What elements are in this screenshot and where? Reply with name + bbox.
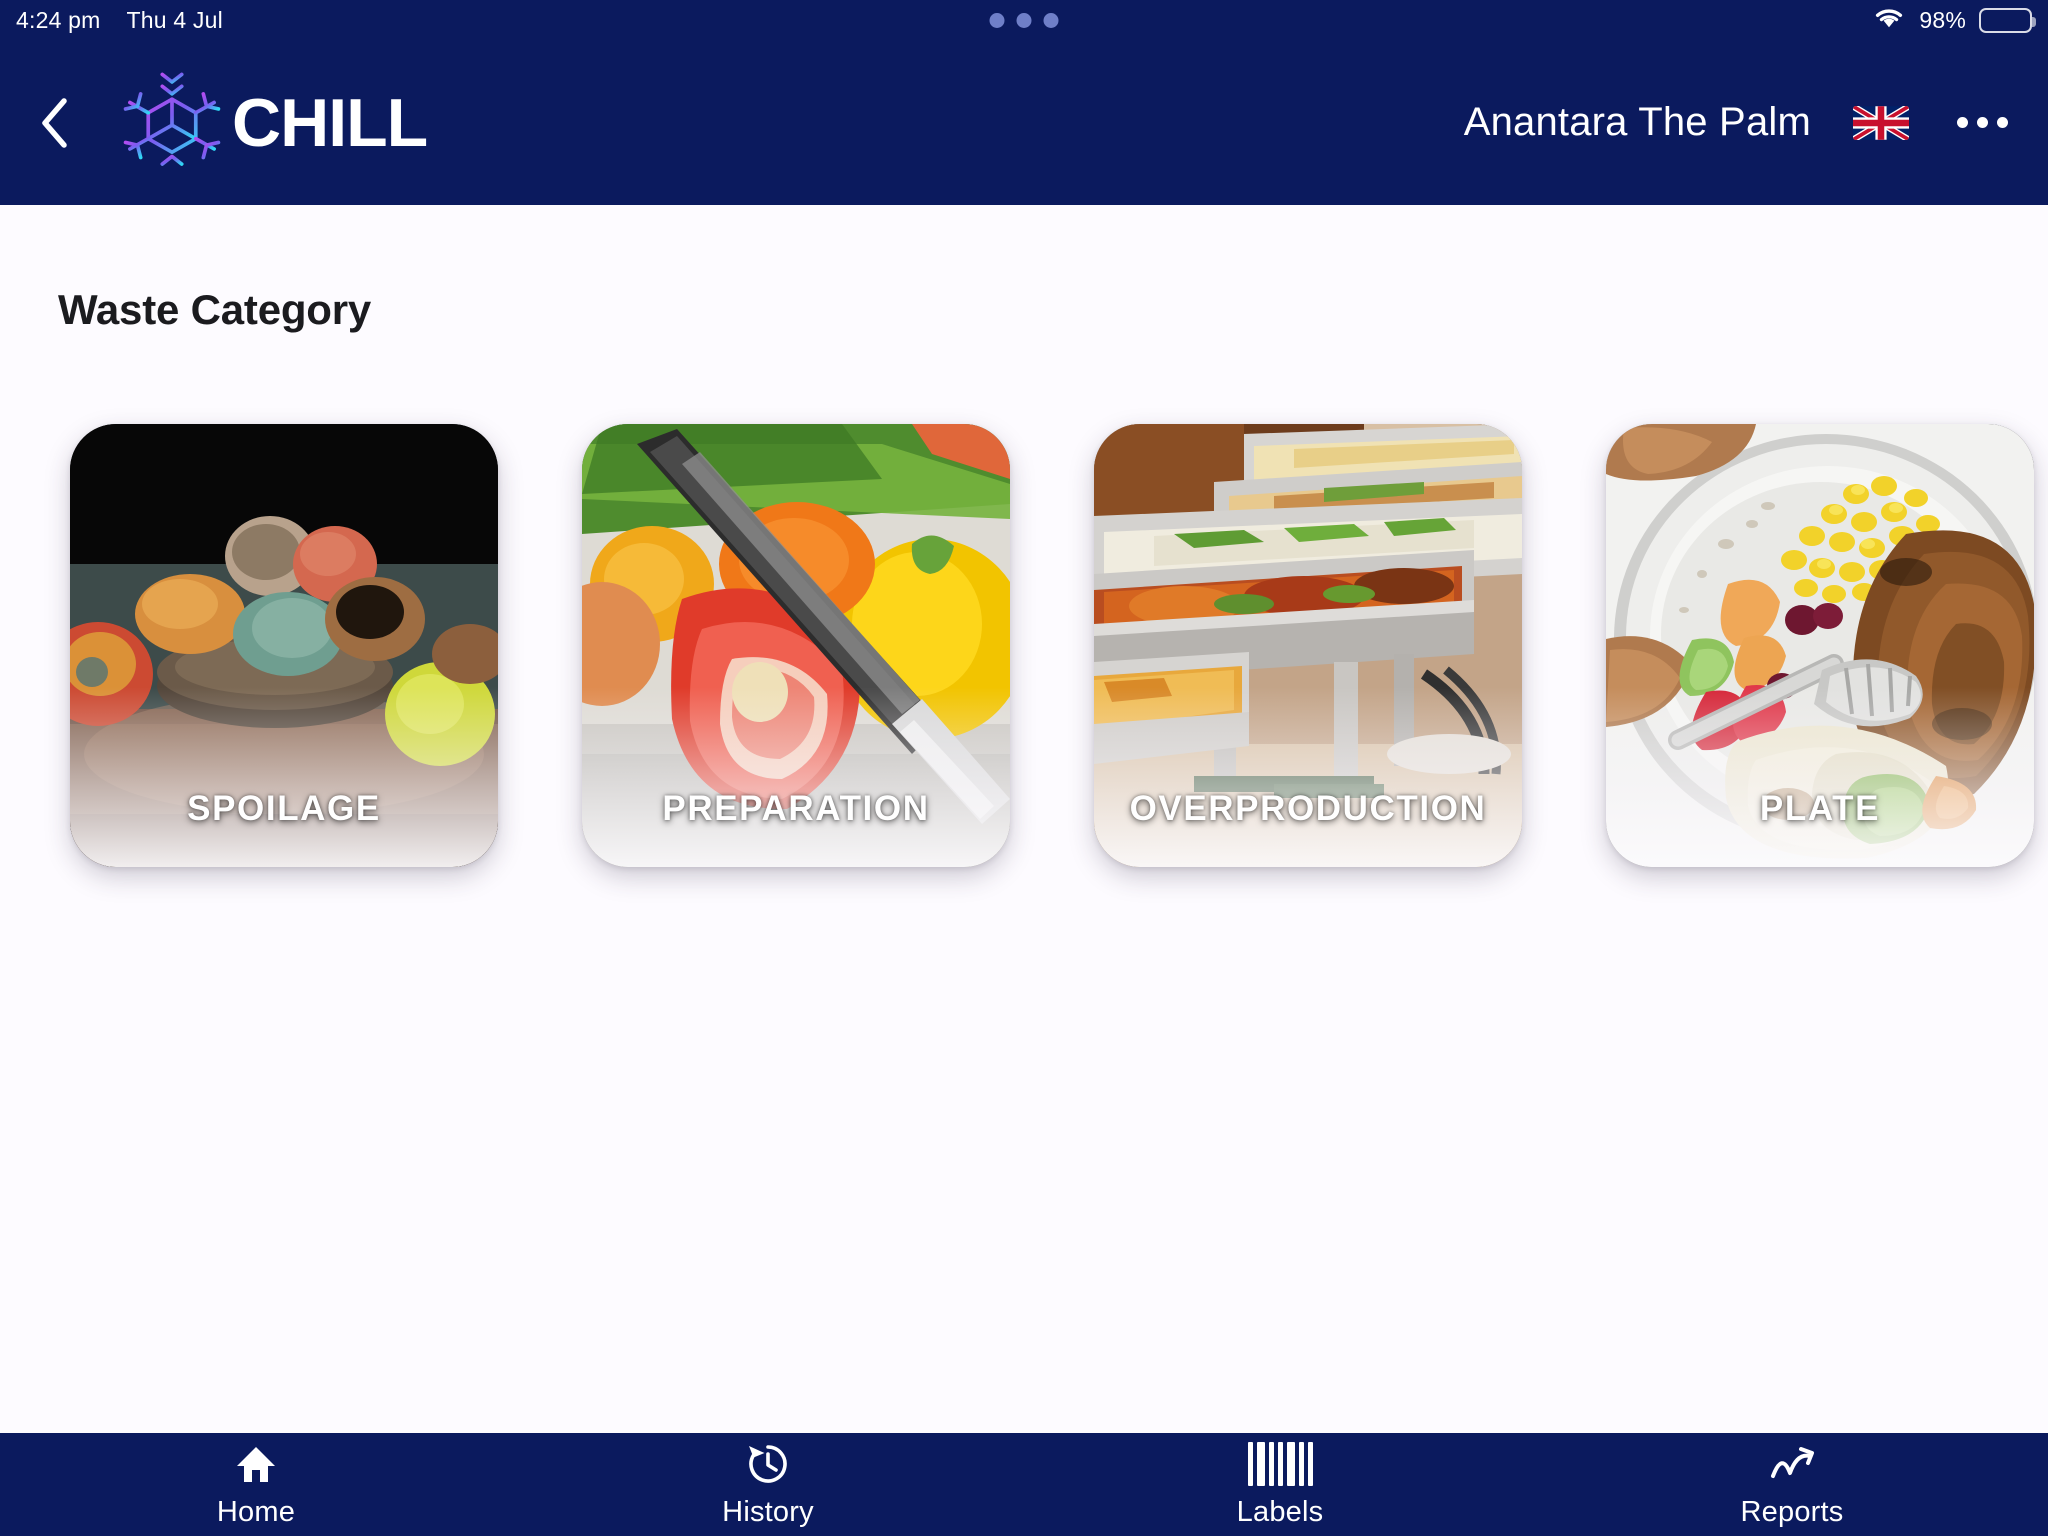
indicator-dot — [1016, 12, 1032, 28]
status-time: 4:24 pm — [16, 6, 101, 33]
waste-category-grid: SPOILAGE PREPARATION OVERPRODUCTION PLAT… — [70, 424, 2034, 867]
hotel-name-label[interactable]: Anantara The Palm — [1464, 100, 1811, 145]
category-label: OVERPRODUCTION — [1129, 789, 1487, 828]
nav-item-home[interactable]: Home — [0, 1433, 512, 1536]
category-label: PREPARATION — [662, 789, 930, 828]
barcode-bar — [1286, 1441, 1295, 1486]
category-card-overproduction[interactable]: OVERPRODUCTION — [1094, 424, 1522, 867]
category-card-spoilage[interactable]: SPOILAGE — [70, 424, 498, 867]
barcode-bar — [1298, 1441, 1304, 1486]
status-bar-left: 4:24 pm Thu 4 Jul — [0, 7, 223, 34]
battery-icon — [1979, 7, 2036, 33]
main-content: Waste Category SPOILAGE PREPARATION OVER… — [0, 205, 2048, 1433]
page-title: Waste Category — [58, 286, 372, 333]
home-icon — [234, 1440, 278, 1487]
status-bar-right: 98% — [1872, 4, 2036, 36]
nav-label: Reports — [1740, 1496, 1844, 1528]
category-label: SPOILAGE — [187, 789, 381, 828]
indicator-dot — [1043, 12, 1059, 28]
barcode-bar — [1268, 1441, 1274, 1486]
barcode-icon — [1247, 1440, 1313, 1487]
status-bar: 4:24 pm Thu 4 Jul 98% — [0, 0, 2048, 40]
category-label: PLATE — [1759, 789, 1881, 828]
card-fade-overlay — [1606, 687, 2034, 867]
nav-item-history[interactable]: History — [512, 1433, 1024, 1536]
status-date: Thu 4 Jul — [126, 6, 223, 33]
history-clock-icon — [745, 1440, 791, 1487]
brand-name: CHILL — [232, 84, 428, 161]
nav-item-reports[interactable]: Reports — [1536, 1433, 2048, 1536]
uk-flag-icon[interactable] — [1853, 105, 1909, 140]
card-fade-overlay — [70, 687, 498, 867]
indicator-dot — [989, 12, 1005, 28]
brand-logo: CHILL — [118, 69, 428, 177]
app-header: CHILL Anantara The Palm — [0, 40, 2048, 205]
kebab-dot — [1977, 117, 1988, 128]
kebab-menu-icon[interactable] — [1951, 103, 2014, 142]
nav-item-labels[interactable]: Labels — [1024, 1433, 1536, 1536]
trend-chart-icon — [1768, 1440, 1816, 1487]
header-right: Anantara The Palm — [1464, 100, 2048, 145]
bottom-navigation: Home History Labels Reports — [0, 1433, 2048, 1536]
card-fade-overlay — [582, 687, 1010, 867]
battery-percent-label: 98% — [1919, 6, 1966, 33]
barcode-bar — [1307, 1441, 1313, 1486]
kebab-dot — [1957, 117, 1968, 128]
nav-label: History — [722, 1496, 814, 1528]
nav-label: Labels — [1236, 1496, 1324, 1528]
chevron-left-icon — [42, 97, 67, 148]
barcode-bar — [1247, 1441, 1253, 1486]
category-card-preparation[interactable]: PREPARATION — [582, 424, 1010, 867]
nav-label: Home — [216, 1496, 296, 1528]
barcode-bar — [1256, 1441, 1265, 1486]
barcode-bar — [1277, 1441, 1283, 1486]
wifi-icon — [1872, 4, 1906, 36]
three-dots-indicator — [989, 12, 1059, 28]
back-button[interactable] — [0, 40, 110, 205]
category-card-plate[interactable]: PLATE — [1606, 424, 2034, 867]
kebab-dot — [1997, 117, 2008, 128]
snowflake-cube-logo-icon — [123, 72, 221, 175]
card-fade-overlay — [1094, 687, 1522, 867]
